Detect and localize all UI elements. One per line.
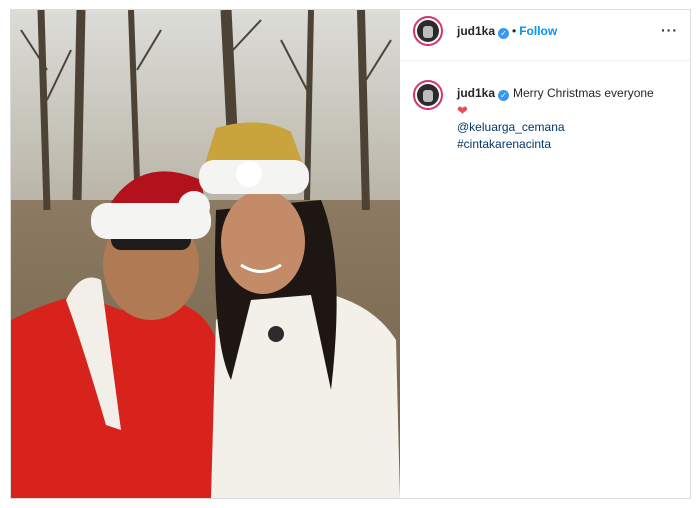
mention-link[interactable]: @keluarga_cemana bbox=[457, 119, 678, 136]
follow-button[interactable]: Follow bbox=[519, 24, 557, 38]
caption-username[interactable]: jud1ka bbox=[457, 86, 495, 100]
author-username[interactable]: jud1ka bbox=[457, 24, 495, 38]
verified-badge-icon: ✓ bbox=[498, 90, 510, 101]
post-sidebar: jud1ka ✓ • Follow ··· jud1ka ✓ Merry Christma… bbox=[400, 10, 690, 498]
post-photo[interactable] bbox=[11, 10, 400, 498]
caption-avatar[interactable] bbox=[413, 80, 443, 110]
christmas-couple-photo bbox=[11, 10, 400, 498]
separator-dot: • bbox=[512, 24, 517, 38]
caption-text: Merry Christmas everyone bbox=[513, 86, 654, 100]
heart-emoji: ❤ bbox=[457, 103, 468, 118]
instagram-post: jud1ka ✓ • Follow ··· jud1ka ✓ Merry Christma… bbox=[10, 9, 691, 499]
post-header: jud1ka ✓ • Follow ··· bbox=[400, 10, 690, 61]
more-options-icon[interactable]: ··· bbox=[661, 22, 678, 38]
author-line: jud1ka ✓ • Follow bbox=[457, 24, 557, 39]
caption-text-block: jud1ka ✓ Merry Christmas everyone ❤ @kelua… bbox=[457, 85, 678, 153]
author-avatar[interactable] bbox=[413, 16, 443, 46]
hashtag-link[interactable]: #cintakarenacinta bbox=[457, 136, 678, 153]
verified-badge-icon: ✓ bbox=[498, 28, 510, 39]
